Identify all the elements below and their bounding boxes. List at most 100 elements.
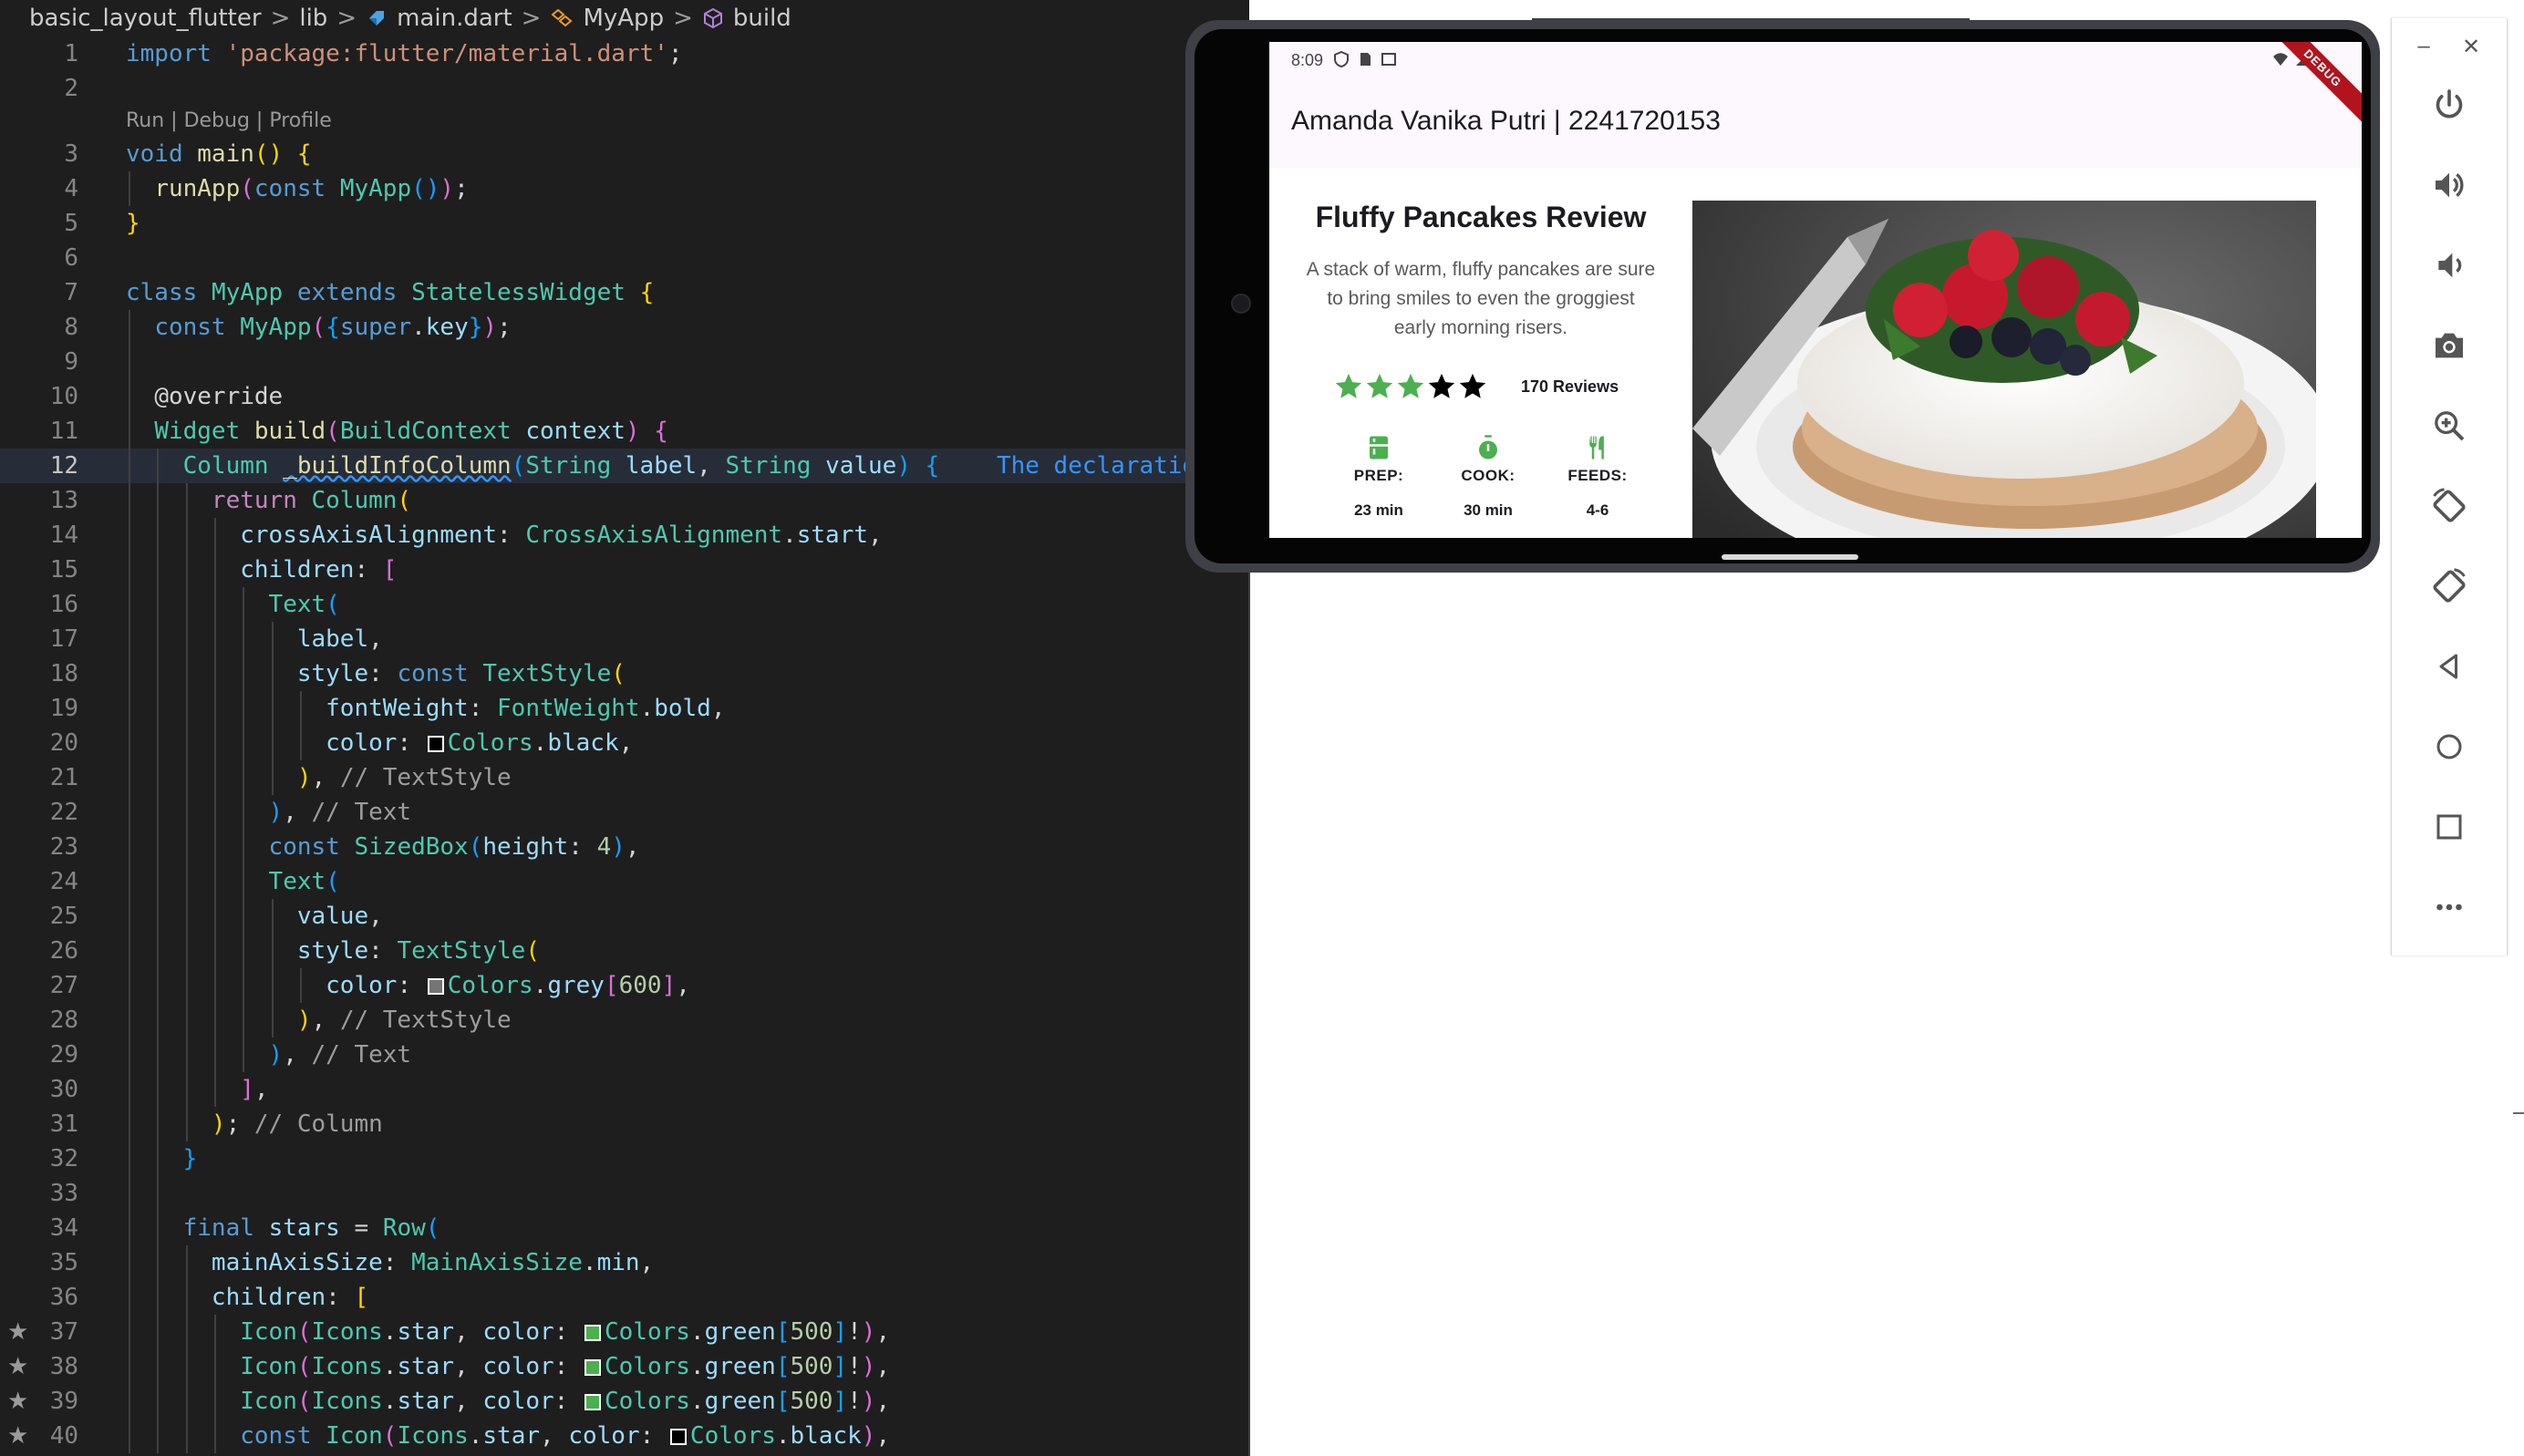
code-line[interactable]: 16 Text( <box>0 587 1249 622</box>
code-line[interactable]: 15 children: [ <box>0 552 1249 587</box>
code-line[interactable]: 30 ], <box>0 1072 1249 1107</box>
code-text[interactable]: crossAxisAlignment: CrossAxisAlignment.s… <box>126 518 882 552</box>
code-line[interactable]: 26 style: TextStyle( <box>0 934 1249 968</box>
breadcrumb-lib[interactable]: lib <box>299 5 327 32</box>
home-button[interactable] <box>2422 719 2477 774</box>
emulator-screen[interactable]: 8:09 DEBUG Amanda Vanika Putri | 2241720… <box>1269 42 2362 538</box>
code-text[interactable]: @override <box>126 379 283 414</box>
code-line[interactable]: 9 <box>0 345 1249 379</box>
code-line[interactable]: 24 Text( <box>0 864 1249 899</box>
overview-button[interactable] <box>2422 800 2477 854</box>
code-line[interactable]: ★ 39 Icon(Icons.star, color: Colors.green… <box>0 1384 1249 1419</box>
code-text[interactable]: const Icon(Icons.star, color: Colors.bla… <box>126 1419 890 1453</box>
code-text[interactable]: Text( <box>126 587 340 622</box>
code-editor[interactable]: basic_layout_flutter > lib > main.dart >… <box>0 0 1249 1456</box>
code-line[interactable]: 28 ), // TextStyle <box>0 1003 1249 1038</box>
code-text[interactable]: final stars = Row( <box>126 1211 440 1245</box>
gutter-star-icon[interactable]: ★ <box>7 1419 31 1453</box>
code-line[interactable]: 18 style: const TextStyle( <box>0 656 1249 691</box>
code-text[interactable]: class MyApp extends StatelessWidget { <box>126 275 654 310</box>
code-lines[interactable]: 1 import 'package:flutter/material.dart';… <box>0 36 1249 1453</box>
minimize-button[interactable]: – <box>2408 31 2439 62</box>
volume-up-button[interactable] <box>2422 158 2477 212</box>
code-text[interactable]: runApp(const MyApp()); <box>126 171 468 206</box>
code-line[interactable]: ★ 37 Icon(Icons.star, color: Colors.green… <box>0 1315 1249 1349</box>
code-line[interactable]: 1 import 'package:flutter/material.dart'; <box>0 36 1249 71</box>
code-text[interactable]: children: [ <box>126 552 397 587</box>
color-swatch[interactable] <box>584 1359 601 1376</box>
code-line[interactable]: 36 children: [ <box>0 1280 1249 1315</box>
code-line[interactable]: 35 mainAxisSize: MainAxisSize.min, <box>0 1245 1249 1280</box>
zoom-button[interactable] <box>2422 398 2477 453</box>
code-line[interactable]: 33 <box>0 1176 1249 1211</box>
code-text[interactable]: Icon(Icons.star, color: Colors.green[500… <box>126 1349 890 1384</box>
volume-down-button[interactable] <box>2422 238 2477 293</box>
code-line[interactable]: 19 fontWeight: FontWeight.bold, <box>0 691 1249 726</box>
code-line[interactable]: 3 void main() { <box>0 137 1249 171</box>
code-text[interactable]: mainAxisSize: MainAxisSize.min, <box>126 1245 654 1280</box>
code-line[interactable]: 23 const SizedBox(height: 4), <box>0 830 1249 864</box>
code-text[interactable]: style: TextStyle( <box>126 934 540 968</box>
code-line[interactable]: 29 ), // Text <box>0 1038 1249 1072</box>
code-text[interactable]: Icon(Icons.star, color: Colors.green[500… <box>126 1384 890 1419</box>
color-swatch[interactable] <box>427 978 444 995</box>
code-line[interactable]: 2 <box>0 71 1249 106</box>
code-text[interactable]: style: const TextStyle( <box>126 656 626 691</box>
code-line[interactable]: 11 Widget build(BuildContext context) { <box>0 414 1249 449</box>
code-text[interactable]: } <box>126 206 140 241</box>
breadcrumb-class[interactable]: MyApp <box>583 5 664 32</box>
screenshot-button[interactable] <box>2422 318 2477 373</box>
code-text[interactable]: Text( <box>126 864 340 899</box>
code-line[interactable]: 7 class MyApp extends StatelessWidget { <box>0 275 1249 310</box>
code-text[interactable]: children: [ <box>126 1280 368 1315</box>
code-text[interactable]: label, <box>126 622 383 656</box>
gutter-star-icon[interactable]: ★ <box>7 1315 31 1349</box>
code-text[interactable]: Icon(Icons.star, color: Colors.green[500… <box>126 1315 890 1349</box>
code-line[interactable]: 31 ); // Column <box>0 1107 1249 1141</box>
code-text[interactable]: import 'package:flutter/material.dart'; <box>126 36 683 71</box>
code-text[interactable]: color: Colors.grey[600], <box>126 968 690 1003</box>
color-swatch[interactable] <box>427 736 444 752</box>
codelens-actions[interactable]: Run | Debug | Profile <box>126 106 332 137</box>
codelens[interactable]: Run | Debug | Profile <box>0 106 1249 137</box>
code-text[interactable]: ), // Text <box>126 1038 412 1072</box>
code-text[interactable]: ], <box>126 1072 268 1107</box>
code-text[interactable]: ), // TextStyle <box>126 1003 512 1038</box>
code-text[interactable]: return Column( <box>126 483 411 518</box>
code-line[interactable]: 22 ), // Text <box>0 795 1249 830</box>
breadcrumb-folder[interactable]: basic_layout_flutter <box>29 5 262 32</box>
code-line[interactable]: 32 } <box>0 1141 1249 1176</box>
gutter-star-icon[interactable]: ★ <box>7 1384 31 1419</box>
code-text[interactable]: void main() { <box>126 137 312 171</box>
code-line[interactable]: 20 color: Colors.black, <box>0 726 1249 760</box>
code-text[interactable]: Widget build(BuildContext context) { <box>126 414 668 449</box>
rotate-right-button[interactable] <box>2422 559 2477 614</box>
code-line[interactable]: 21 ), // TextStyle <box>0 760 1249 795</box>
code-text[interactable]: fontWeight: FontWeight.bold, <box>126 691 725 726</box>
code-text[interactable]: const SizedBox(height: 4), <box>126 830 640 864</box>
color-swatch[interactable] <box>669 1429 687 1445</box>
code-line[interactable]: ★ 38 Icon(Icons.star, color: Colors.green… <box>0 1349 1249 1384</box>
close-button[interactable]: ✕ <box>2456 31 2487 62</box>
power-button[interactable] <box>2422 77 2477 132</box>
gesture-nav-handle[interactable] <box>1722 554 1858 560</box>
code-text[interactable]: } <box>126 1141 198 1176</box>
code-line[interactable]: 14 crossAxisAlignment: CrossAxisAlignmen… <box>0 518 1249 552</box>
code-text[interactable]: ); // Column <box>126 1107 383 1141</box>
gutter-star-icon[interactable]: ★ <box>7 1349 31 1384</box>
code-line[interactable]: 10 @override <box>0 379 1249 414</box>
breadcrumb-method[interactable]: build <box>733 5 791 32</box>
code-text[interactable]: ), // Text <box>126 795 412 830</box>
code-line[interactable]: 34 final stars = Row( <box>0 1211 1249 1245</box>
code-line[interactable]: 25 value, <box>0 899 1249 934</box>
code-line[interactable]: 17 label, <box>0 622 1249 656</box>
code-line[interactable]: 13 return Column( <box>0 483 1249 518</box>
code-text[interactable]: Column _buildInfoColumn(String label, St… <box>126 449 1211 483</box>
rotate-left-button[interactable] <box>2422 479 2477 533</box>
code-line[interactable]: 27 color: Colors.grey[600], <box>0 968 1249 1003</box>
back-button[interactable] <box>2422 639 2477 694</box>
color-swatch[interactable] <box>584 1325 601 1341</box>
color-swatch[interactable] <box>584 1394 601 1410</box>
code-line[interactable]: 12 Column _buildInfoColumn(String label,… <box>0 449 1249 483</box>
code-text[interactable]: const MyApp({super.key}); <box>126 310 511 345</box>
